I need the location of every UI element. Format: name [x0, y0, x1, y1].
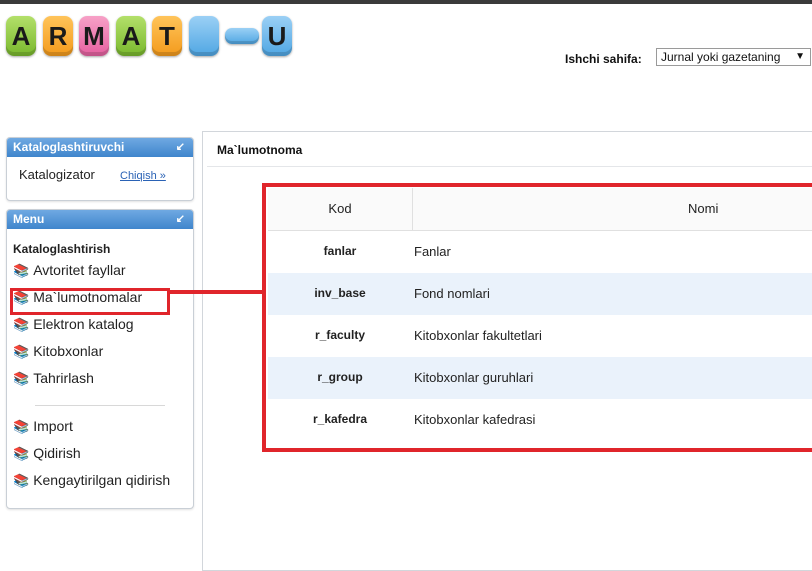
ishchi-sahifa-value: Jurnal yoki gazetaning: [661, 50, 781, 64]
menu-item-elektron-katalog[interactable]: 📚 Elektron katalog: [13, 316, 134, 333]
ishchi-sahifa-label: Ishchi sahifa:: [565, 52, 642, 66]
logo-tile-t: T: [152, 16, 182, 56]
menu-panel-header: Menu ↙: [7, 210, 193, 229]
menu-item-label: Kitobxonlar: [33, 343, 104, 359]
books-icon: 📚: [13, 419, 30, 434]
menu-item-avtoritet[interactable]: 📚 Avtoritet fayllar: [13, 262, 126, 279]
chevron-down-icon: ▼: [795, 51, 805, 62]
highlight-connector-line: [168, 290, 264, 294]
menu-item-kitobxonlar[interactable]: 📚 Kitobxonlar: [13, 343, 103, 360]
top-border: [0, 0, 812, 4]
logo-dash: [225, 28, 259, 44]
menu-item-label: Kengaytirilgan qidirish: [33, 472, 171, 488]
collapse-icon[interactable]: ↙: [176, 210, 185, 229]
collapse-icon[interactable]: ↙: [176, 138, 185, 157]
logo-tile-dash: [189, 16, 219, 56]
menu-panel: Menu ↙ Kataloglashtirish 📚 Avtoritet fayl…: [6, 209, 194, 509]
books-icon: 📚: [13, 371, 30, 386]
user-name: Katalogizator: [19, 167, 95, 182]
logo-tile-u: U: [262, 16, 292, 56]
menu-item-label: Elektron katalog: [33, 316, 134, 332]
logo-tile-a2: A: [116, 16, 146, 56]
highlight-menu-box: [10, 288, 170, 315]
cataloger-panel-title: Kataloglashtiruvchi: [13, 140, 125, 154]
logout-link[interactable]: Chiqish »: [120, 170, 166, 182]
logo-tile-a1: A: [6, 16, 36, 56]
menu-divider: [35, 405, 165, 406]
books-icon: 📚: [13, 473, 30, 488]
menu-item-import[interactable]: 📚 Import: [13, 418, 73, 435]
menu-item-qidirish[interactable]: 📚 Qidirish: [13, 445, 81, 462]
menu-item-tahrirlash[interactable]: 📚 Tahrirlash: [13, 370, 94, 387]
highlight-table-box: [262, 183, 812, 452]
title-divider: [207, 166, 812, 167]
books-icon: 📚: [13, 446, 30, 461]
page-title: Ma`lumotnoma: [217, 143, 303, 157]
cataloger-panel-header: Kataloglashtiruvchi ↙: [7, 138, 193, 157]
cataloger-panel: Kataloglashtiruvchi ↙ Katalogizator Chiq…: [6, 137, 194, 201]
ishchi-sahifa-select[interactable]: Jurnal yoki gazetaning ▼: [656, 48, 811, 66]
menu-item-label: Tahrirlash: [33, 370, 94, 386]
menu-item-kengaytirilgan-qidirish[interactable]: 📚 Kengaytirilgan qidirish: [13, 472, 170, 489]
books-icon: 📚: [13, 344, 30, 359]
menu-item-label: Qidirish: [33, 445, 81, 461]
menu-panel-title: Menu: [13, 212, 45, 226]
menu-item-label: Import: [33, 418, 73, 434]
logo-tile-m: M: [79, 16, 109, 56]
menu-item-label: Avtoritet fayllar: [33, 262, 126, 278]
logo-tile-r: R: [43, 16, 73, 56]
books-icon: 📚: [13, 263, 30, 278]
menu-group-title: Kataloglashtirish: [13, 242, 111, 256]
books-icon: 📚: [13, 317, 30, 332]
